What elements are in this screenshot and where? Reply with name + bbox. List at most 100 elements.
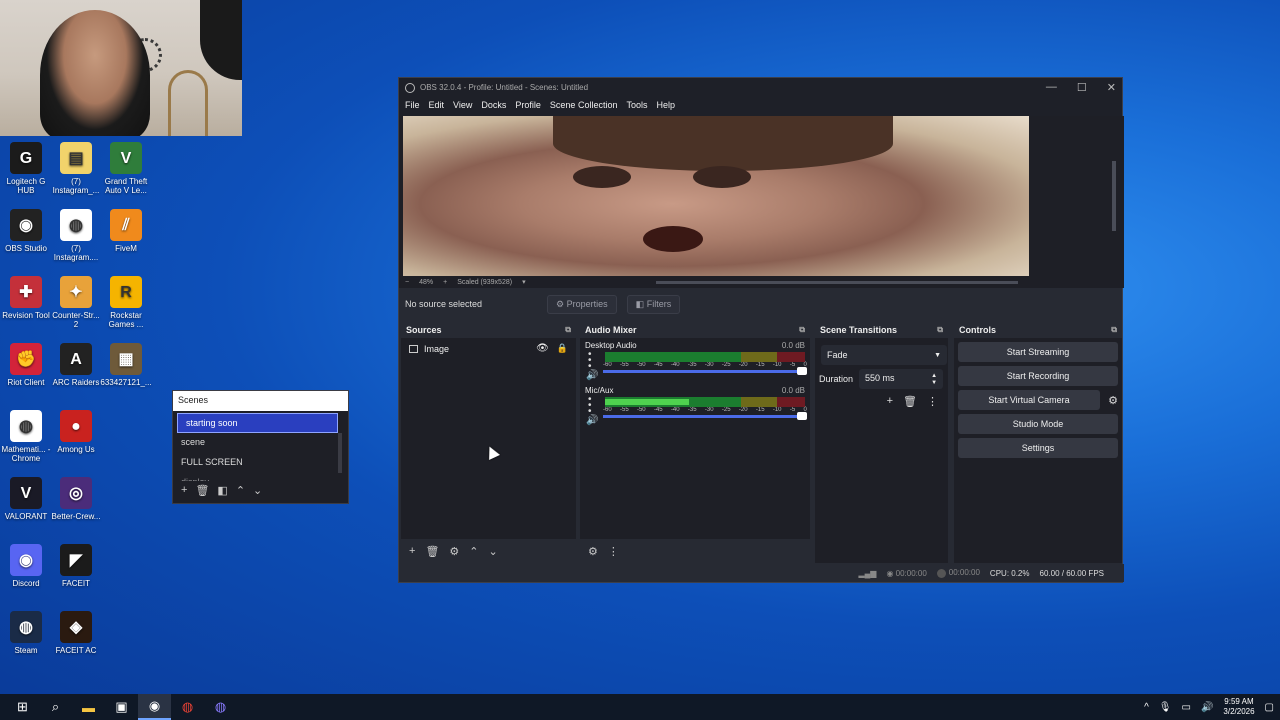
- menu-file[interactable]: File: [405, 100, 420, 113]
- remove-source-icon[interactable]: 🗑: [425, 545, 439, 558]
- chrome-profile-taskbar-icon[interactable]: ◍: [204, 694, 237, 720]
- scene-item-scene[interactable]: scene: [173, 433, 348, 453]
- desktop-icon[interactable]: ◍ Steam: [0, 611, 52, 655]
- desktop-icon[interactable]: ✊ Riot Client: [0, 343, 52, 387]
- desktop-icon[interactable]: G Logitech G HUB: [0, 142, 52, 195]
- menu-help[interactable]: Help: [656, 100, 675, 113]
- meter-tick: -5: [789, 362, 796, 368]
- channel-menu-icon[interactable]: • • •: [588, 350, 592, 372]
- menu-scene-collection[interactable]: Scene Collection: [550, 100, 618, 113]
- virtual-camera-settings-icon[interactable]: ⚙: [1104, 394, 1122, 407]
- volume-slider[interactable]: [603, 412, 807, 420]
- channel-menu-icon[interactable]: • • •: [588, 395, 592, 417]
- scene-item-starting-soon[interactable]: starting soon: [177, 413, 338, 433]
- delete-scene-icon[interactable]: 🗑: [195, 484, 209, 497]
- move-up-icon[interactable]: ⌃: [236, 484, 245, 497]
- scene-filters-icon[interactable]: ◧: [217, 484, 227, 497]
- transition-menu-icon[interactable]: ⋮: [927, 395, 938, 408]
- desktop-icon[interactable]: ◤ FACEIT: [50, 544, 102, 588]
- properties-button[interactable]: ⚙ Properties: [547, 294, 617, 314]
- taskbar-clock[interactable]: 9:59 AM 3/2/2026: [1223, 697, 1254, 717]
- undock-icon[interactable]: ⧉: [565, 325, 571, 336]
- menu-edit[interactable]: Edit: [429, 100, 445, 113]
- source-up-icon[interactable]: ⌃: [469, 545, 478, 558]
- filters-button[interactable]: ◧ Filters: [626, 294, 681, 314]
- settings-button[interactable]: Settings: [958, 438, 1118, 458]
- add-source-icon[interactable]: +: [409, 545, 415, 557]
- desktop-icon[interactable]: ▦ 633427121_...: [100, 343, 152, 387]
- obs-taskbar-icon[interactable]: ◉: [138, 694, 171, 720]
- desktop-icon[interactable]: ✚ Revision Tool: [0, 276, 52, 320]
- undock-icon[interactable]: ⧉: [799, 325, 805, 336]
- studio-mode-button[interactable]: Studio Mode: [958, 414, 1118, 434]
- desktop-icon[interactable]: ✦ Counter-Str... 2: [50, 276, 102, 329]
- zoom-out-button[interactable]: −: [405, 279, 409, 286]
- duration-input[interactable]: 550 ms ▲ ▼: [859, 369, 944, 389]
- transition-select[interactable]: Fade ▼: [821, 345, 947, 365]
- scale-mode-select[interactable]: Scaled (939x528): [457, 279, 512, 286]
- store-icon[interactable]: ▣: [105, 694, 138, 720]
- desktop-icon[interactable]: ◍ Mathemati... - Chrome: [0, 410, 52, 463]
- desktop-icon[interactable]: ◉ Discord: [0, 544, 52, 588]
- desktop-icon[interactable]: ◈ FACEIT AC: [50, 611, 102, 655]
- scene-item-display[interactable]: display: [173, 473, 348, 481]
- file-explorer-icon[interactable]: ▬: [72, 694, 105, 720]
- tray-chevron[interactable]: ^: [1144, 702, 1149, 713]
- menu-profile[interactable]: Profile: [515, 100, 541, 113]
- spin-arrows-icon[interactable]: ▲ ▼: [931, 373, 937, 386]
- properties-label: Properties: [566, 298, 608, 309]
- scene-item-full-screen[interactable]: FULL SCREEN: [173, 453, 348, 473]
- scenes-scrollbar[interactable]: [338, 433, 342, 473]
- slider-knob[interactable]: [797, 367, 807, 375]
- menu-view[interactable]: View: [453, 100, 472, 113]
- source-down-icon[interactable]: ⌄: [489, 545, 498, 558]
- add-transition-icon[interactable]: +: [887, 395, 893, 408]
- chrome-taskbar-icon[interactable]: ◍: [171, 694, 204, 720]
- start-virtual-camera-button[interactable]: Start Virtual Camera: [958, 390, 1100, 410]
- maximize-icon[interactable]: ☐: [1077, 81, 1087, 94]
- desktop-icon[interactable]: ▤ (7) Instagram_...: [50, 142, 102, 195]
- start-recording-button[interactable]: Start Recording: [958, 366, 1118, 386]
- slider-knob[interactable]: [797, 412, 807, 420]
- zoom-in-button[interactable]: +: [443, 279, 447, 286]
- lock-icon[interactable]: 🔒: [557, 343, 568, 354]
- network-icon[interactable]: ▭: [1182, 702, 1191, 713]
- source-item-image[interactable]: Image 👁 🔒: [401, 338, 576, 359]
- mixer-menu-icon[interactable]: ⋮: [608, 545, 619, 558]
- menu-docks[interactable]: Docks: [481, 100, 506, 113]
- volume-slider[interactable]: [603, 367, 807, 375]
- menu-tools[interactable]: Tools: [626, 100, 647, 113]
- microphone-icon[interactable]: 🎙: [1159, 702, 1172, 713]
- undock-icon[interactable]: ⧉: [937, 325, 943, 336]
- speaker-icon[interactable]: 🔊: [586, 415, 598, 426]
- minimize-icon[interactable]: —: [1046, 81, 1057, 94]
- add-scene-icon[interactable]: +: [181, 484, 187, 497]
- notification-icon[interactable]: ▢: [1265, 702, 1274, 713]
- start-streaming-button[interactable]: Start Streaming: [958, 342, 1118, 362]
- search-icon[interactable]: ⌕: [39, 694, 72, 720]
- close-icon[interactable]: ✕: [1107, 81, 1116, 94]
- preview-canvas[interactable]: [403, 116, 1029, 276]
- desktop-icon[interactable]: V VALORANT: [0, 477, 52, 521]
- desktop-icon[interactable]: ● Among Us: [50, 410, 102, 454]
- desktop-icon[interactable]: ◉ OBS Studio: [0, 209, 52, 253]
- preview-horizontal-scrollbar[interactable]: [655, 280, 1018, 284]
- advanced-audio-icon[interactable]: ⚙: [588, 545, 598, 558]
- desktop-icon[interactable]: R Rockstar Games ...: [100, 276, 152, 329]
- desktop-icon[interactable]: ◎ Better-Crew...: [50, 477, 102, 521]
- desktop-icon[interactable]: ◍ (7) Instagram....: [50, 209, 102, 262]
- undock-icon[interactable]: ⧉: [1111, 325, 1117, 336]
- move-down-icon[interactable]: ⌄: [253, 484, 262, 497]
- status-bar: ▂▄▆ ◉ 00:00:00 00:00:00 CPU: 0.2% 60.00 …: [399, 564, 1124, 582]
- speaker-icon[interactable]: 🔊: [586, 370, 598, 381]
- desktop-icon[interactable]: A ARC Raiders: [50, 343, 102, 387]
- visibility-eye-icon[interactable]: 👁: [536, 343, 549, 354]
- scale-dropdown-icon[interactable]: ▾: [522, 278, 526, 286]
- volume-icon[interactable]: 🔊: [1201, 702, 1213, 713]
- start-button-icon[interactable]: ⊞: [6, 694, 39, 720]
- remove-transition-icon[interactable]: 🗑: [903, 395, 917, 408]
- desktop-icon[interactable]: ⫽ FiveM: [100, 209, 152, 253]
- source-properties-icon[interactable]: ⚙: [449, 545, 459, 558]
- desktop-icon[interactable]: V Grand Theft Auto V Le...: [100, 142, 152, 195]
- preview-vertical-scrollbar[interactable]: [1112, 161, 1116, 231]
